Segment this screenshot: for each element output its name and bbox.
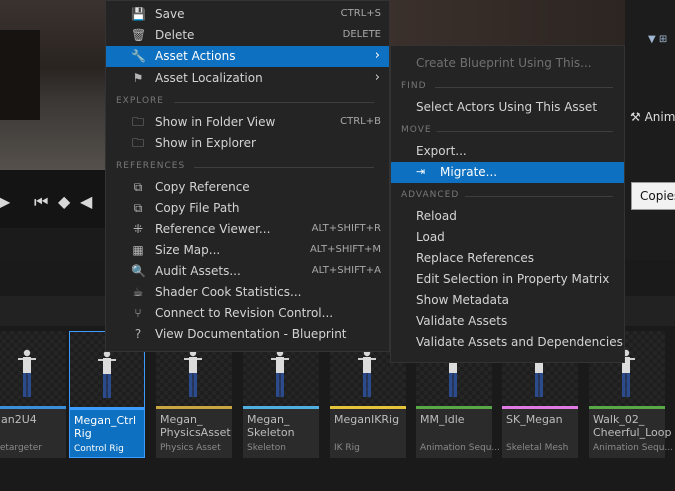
flag-icon: ⚑ (132, 71, 144, 85)
asset-name: MM_Idle (420, 413, 465, 426)
replace-references-menu-item[interactable]: Replace References (391, 248, 624, 269)
viewport-scene-right (390, 0, 625, 45)
validate-assets-menu-item[interactable]: Validate Assets (391, 311, 624, 332)
asset-name: gan2U4 (0, 413, 37, 426)
edit-property-matrix-menu-item[interactable]: Edit Selection in Property Matrix (391, 269, 624, 290)
asset-type-color-bar (243, 406, 319, 409)
select-actors-menu-item[interactable]: Select Actors Using This Asset (391, 97, 624, 118)
save-icon: 💾 (131, 7, 146, 21)
section-header-explore: EXPLORE (116, 96, 164, 106)
section-header-advanced: ADVANCED (401, 190, 460, 200)
audit-assets-menu-item[interactable]: 🔍 Audit Assets... ALT+SHIFT+A (106, 261, 389, 282)
key-icon[interactable]: ◆ (58, 192, 70, 211)
migrate-icon: ⇥ (416, 165, 426, 178)
chevron-right-icon: › (374, 48, 380, 63)
viewport-shadow (0, 30, 40, 120)
asset-localization-menu-item[interactable]: ⚑ Asset Localization › (106, 68, 389, 89)
asset-name: Megan_ Skeleton (247, 413, 295, 439)
character-figure-icon (358, 349, 376, 397)
show-in-folder-view-menu-item[interactable]: 🗀 Show in Folder View CTRL+B (106, 112, 389, 133)
load-menu-item[interactable]: Load (391, 227, 624, 248)
reference-viewer-menu-item[interactable]: ⁜ Reference Viewer... ALT+SHIFT+R (106, 219, 389, 240)
asset-context-menu: 💾 Save CTRL+S 🗑 Delete DELETE 🔧 Asset Ac… (105, 0, 390, 352)
connect-revision-control-menu-item[interactable]: ⑂ Connect to Revision Control... (106, 303, 389, 324)
previous-key-icon[interactable]: ⏮ (34, 192, 48, 212)
asset-type-color-bar (589, 406, 665, 409)
delete-icon: 🗑 (131, 28, 147, 42)
asset-type-color-bar (416, 406, 492, 409)
asset-type-color-bar (330, 406, 406, 409)
playback-controls: ▶ ⏮ ◆ ◀ (0, 170, 105, 228)
asset-type: Skeletal Mesh (506, 443, 569, 453)
section-divider (435, 87, 613, 88)
section-divider (437, 131, 613, 132)
section-header-references: REFERENCES (116, 161, 186, 171)
hammer-icon: ⚒ (630, 110, 641, 124)
character-figure-icon (184, 349, 202, 397)
asset-type-color-bar (156, 406, 232, 409)
chevron-right-icon: › (374, 70, 380, 85)
copy-reference-menu-item[interactable]: ⧉ Copy Reference (106, 177, 389, 198)
asset-actions-menu-item[interactable]: 🔧 Asset Actions › (106, 46, 389, 67)
asset-type: Control Rig (74, 444, 124, 454)
reference-graph-icon: ⁜ (132, 222, 144, 236)
section-header-find: FIND (401, 81, 427, 91)
hierarchy-tree-icon: ▼ ⊞ (648, 34, 668, 45)
asset-name: Megan_Ctrl Rig (74, 414, 137, 440)
asset-tile[interactable]: gan2U4 Retargeter (0, 331, 66, 458)
wrench-icon: 🔧 (131, 49, 146, 63)
anim-tab[interactable]: ⚒ Anim (630, 110, 675, 124)
asset-thumbnail (0, 331, 66, 406)
section-divider (194, 167, 374, 168)
copy-icon: ⧉ (133, 180, 143, 194)
asset-actions-submenu: Create Blueprint Using This... FIND Sele… (390, 45, 625, 363)
copy-icon: ⧉ (133, 201, 143, 215)
asset-type: Physics Asset (160, 443, 221, 453)
asset-name: MeganIKRig (334, 413, 400, 426)
shader-cook-statistics-menu-item[interactable]: ☕ Shader Cook Statistics... (106, 282, 389, 303)
character-figure-icon (98, 350, 116, 398)
section-divider (465, 196, 613, 197)
asset-name: SK_Megan (506, 413, 563, 426)
step-back-icon[interactable]: ▶ (0, 192, 10, 211)
asset-name: Walk_02_ Cheerful_Loop (593, 413, 672, 439)
reload-menu-item[interactable]: Reload (391, 206, 624, 227)
asset-type-color-bar (502, 406, 578, 409)
size-map-icon: ▦ (132, 243, 144, 257)
validate-assets-dependencies-menu-item[interactable]: Validate Assets and Dependencies (391, 332, 624, 353)
asset-type: Animation Sequ... (593, 443, 673, 453)
teapot-icon: ☕ (132, 285, 144, 299)
asset-type: Animation Sequ... (420, 443, 500, 453)
audit-icon: 🔍 (131, 264, 146, 278)
view-documentation-menu-item[interactable]: ? View Documentation - Blueprint (106, 324, 389, 345)
delete-menu-item[interactable]: 🗑 Delete DELETE (106, 25, 389, 46)
save-menu-item[interactable]: 💾 Save CTRL+S (106, 4, 389, 25)
export-menu-item[interactable]: Export... (391, 141, 624, 162)
asset-type: IK Rig (334, 443, 360, 453)
show-metadata-menu-item[interactable]: Show Metadata (391, 290, 624, 311)
size-map-menu-item[interactable]: ▦ Size Map... ALT+SHIFT+M (106, 240, 389, 261)
migrate-menu-item[interactable]: ⇥ Migrate... (391, 162, 624, 183)
copy-file-path-menu-item[interactable]: ⧉ Copy File Path (106, 198, 389, 219)
asset-type-color-bar (0, 406, 66, 409)
play-reverse-icon[interactable]: ◀ (80, 192, 92, 211)
asset-type: Retargeter (0, 443, 42, 453)
asset-name: Megan_ PhysicsAsset (160, 413, 231, 439)
section-divider (174, 102, 374, 103)
section-header-move: MOVE (401, 125, 432, 135)
copies-tooltip: Copies (631, 182, 675, 210)
help-icon: ? (134, 327, 142, 341)
show-in-explorer-menu-item[interactable]: 🗀 Show in Explorer (106, 133, 389, 154)
folder-search-icon: 🗀 (131, 115, 144, 129)
create-blueprint-menu-item: Create Blueprint Using This... (416, 56, 592, 70)
asset-type: Skeleton (247, 443, 286, 453)
character-figure-icon (271, 349, 289, 397)
character-figure-icon (18, 349, 36, 397)
revision-control-icon: ⑂ (134, 306, 142, 320)
asset-type-color-bar (70, 407, 144, 410)
folder-search-icon: 🗀 (131, 136, 144, 150)
